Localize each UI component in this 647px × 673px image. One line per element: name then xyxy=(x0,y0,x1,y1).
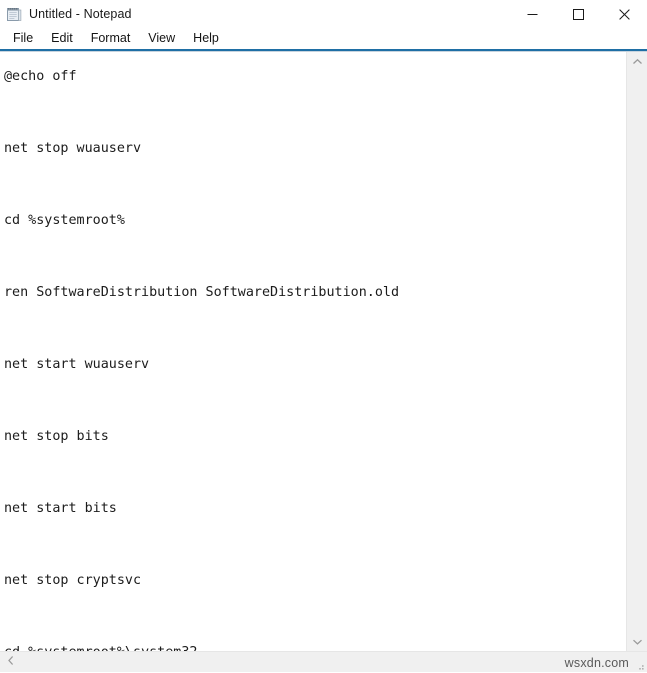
menu-item-format[interactable]: Format xyxy=(82,28,140,49)
editor-line: @echo off xyxy=(4,59,626,95)
minimize-button[interactable] xyxy=(509,0,555,28)
editor-line: net stop cryptsvc xyxy=(4,563,626,599)
window-title: Untitled - Notepad xyxy=(29,0,132,28)
menu-item-file[interactable]: File xyxy=(4,28,42,49)
editor-line: net start bits xyxy=(4,491,626,527)
scroll-up-button[interactable] xyxy=(627,52,647,71)
editor-line xyxy=(4,527,626,563)
maximize-button[interactable] xyxy=(555,0,601,28)
chevron-left-icon xyxy=(7,653,15,671)
menu-item-edit[interactable]: Edit xyxy=(42,28,82,49)
text-editor[interactable]: @echo off net stop wuauserv cd %systemroot… xyxy=(0,52,626,651)
menu-item-view[interactable]: View xyxy=(139,28,184,49)
editor-line: cd %systemroot% xyxy=(4,203,626,239)
maximize-icon xyxy=(573,9,584,20)
editor-line xyxy=(4,599,626,635)
scroll-left-button[interactable] xyxy=(0,653,21,672)
vertical-scrollbar[interactable] xyxy=(626,52,647,651)
editor-line xyxy=(4,383,626,419)
editor-line xyxy=(4,167,626,203)
minimize-icon xyxy=(527,9,538,20)
notepad-icon xyxy=(6,6,22,22)
vertical-scroll-track[interactable] xyxy=(627,71,647,632)
chevron-down-icon xyxy=(632,633,643,651)
scroll-down-button[interactable] xyxy=(627,632,647,651)
editor-line: ren SoftwareDistribution SoftwareDistrib… xyxy=(4,275,626,311)
horizontal-scrollbar[interactable]: wsxdn.com xyxy=(0,651,647,672)
editor-line xyxy=(4,311,626,347)
chevron-up-icon xyxy=(632,53,643,71)
editor-line xyxy=(4,95,626,131)
editor-line: net stop bits xyxy=(4,419,626,455)
horizontal-scroll-track[interactable] xyxy=(21,652,631,672)
menu-item-help[interactable]: Help xyxy=(184,28,228,49)
editor-line: net stop wuauserv xyxy=(4,131,626,167)
close-icon xyxy=(619,9,630,20)
notepad-window: Untitled - Notepad xyxy=(0,0,647,672)
editor-line xyxy=(4,239,626,275)
editor-line: cd %systemroot%\system32 xyxy=(4,635,626,651)
editor-region: @echo off net stop wuauserv cd %systemroot… xyxy=(0,52,647,651)
title-bar[interactable]: Untitled - Notepad xyxy=(0,0,647,28)
editor-line: net start wuauserv xyxy=(4,347,626,383)
window-controls xyxy=(509,0,647,28)
resize-grip[interactable] xyxy=(631,652,647,673)
menu-bar: File Edit Format View Help xyxy=(0,28,647,49)
close-button[interactable] xyxy=(601,0,647,28)
editor-line xyxy=(4,455,626,491)
